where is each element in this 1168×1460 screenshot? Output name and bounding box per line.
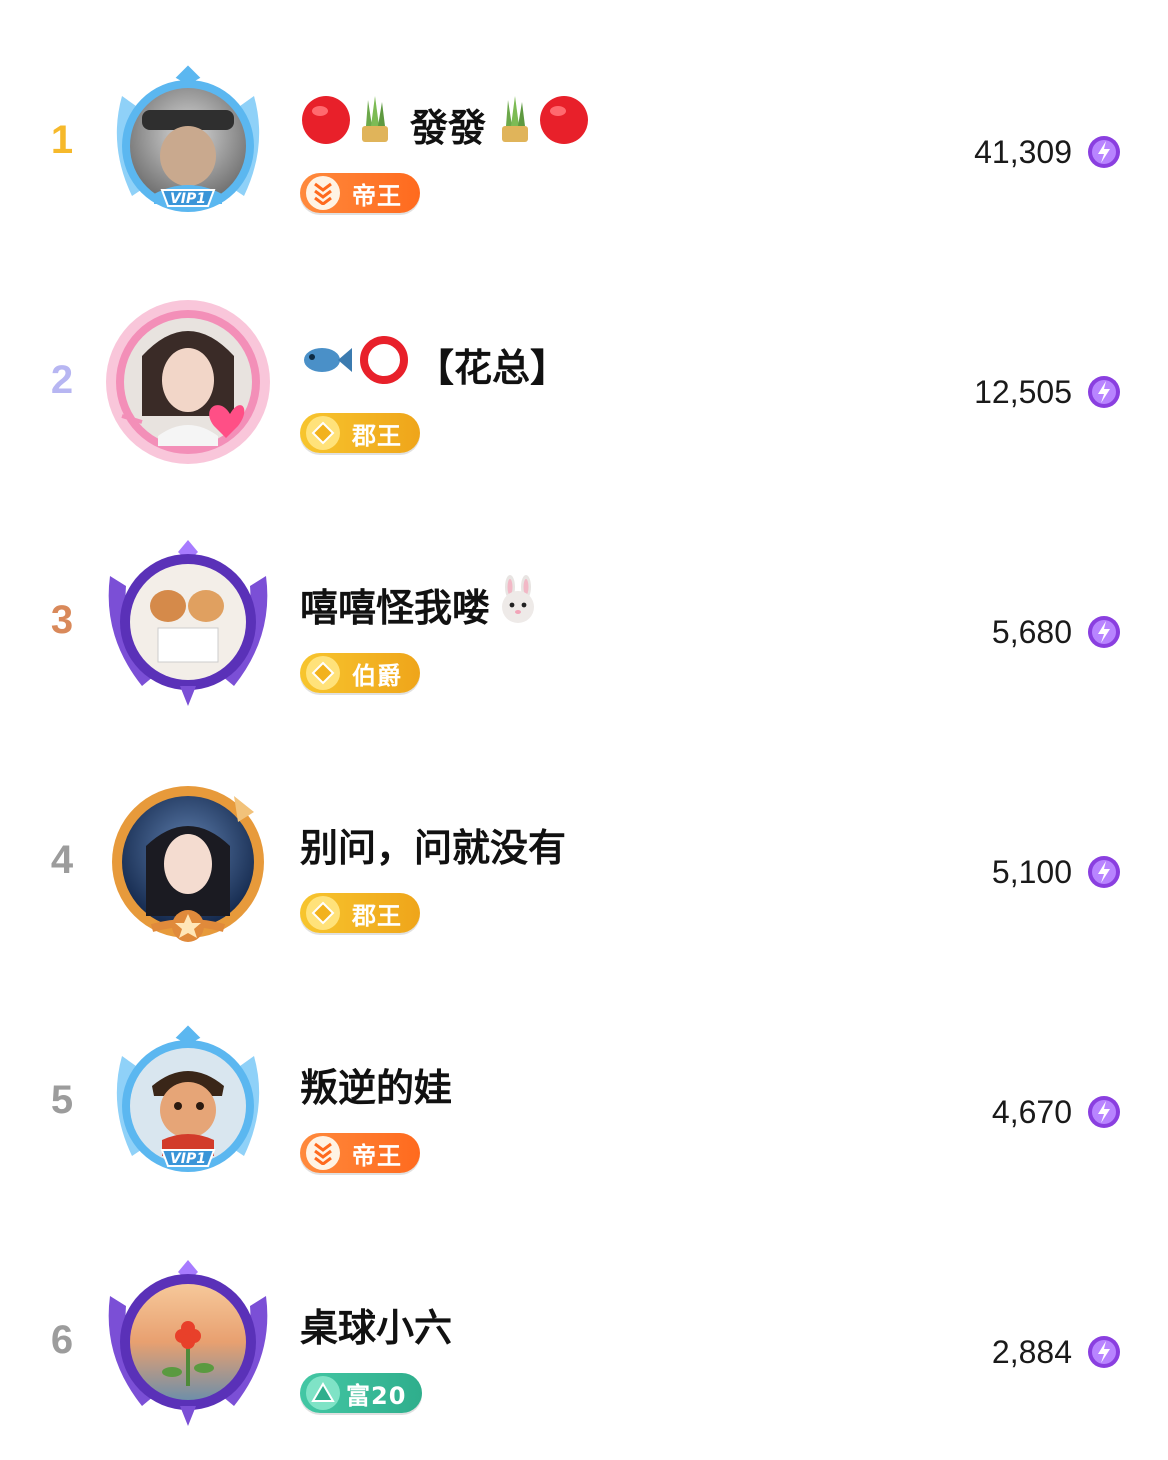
score-value: 4,670 (991, 1093, 1072, 1130)
level-badge: 郡王 (300, 413, 420, 453)
lightning-coin-icon (1088, 376, 1120, 408)
badge-label: 帝王 (352, 181, 402, 210)
fish-icon (300, 340, 352, 389)
level-badge: 帝王 (300, 1133, 420, 1173)
score-value: 5,100 (991, 853, 1072, 890)
rank-number: 1 (50, 117, 74, 162)
chevron-stack-icon (306, 1136, 340, 1170)
rank-number: 6 (50, 1317, 74, 1362)
kadomatsu-icon (498, 95, 532, 153)
pink-heart-frame-icon (106, 300, 270, 464)
score: 5,100 (992, 850, 1122, 894)
rabbit-face-icon (494, 574, 542, 634)
level-badge: 伯爵 (300, 653, 420, 693)
badge-label: 郡王 (352, 421, 402, 450)
user-name[interactable]: 發發 (300, 94, 596, 155)
user-name[interactable]: 叛逆的娃 (300, 1056, 452, 1112)
ranking-row[interactable]: 6 桌球小六 富20 2,884 (0, 1220, 1168, 1460)
lightning-coin-icon (1088, 616, 1120, 648)
frame-label: VIP1 (170, 1151, 206, 1167)
rank-number: 4 (50, 837, 74, 882)
user-name-text: 桌球小六 (300, 1305, 453, 1350)
avatar[interactable] (102, 1256, 274, 1428)
avatar[interactable] (102, 296, 274, 468)
chevron-stack-icon (306, 176, 340, 210)
diamond-coin-icon (306, 416, 340, 450)
lightning-coin-icon (1088, 856, 1120, 888)
score-value: 41,309 (974, 133, 1072, 170)
lightning-coin-icon (1088, 1096, 1120, 1128)
user-name[interactable]: 嘻嘻怪我喽 (300, 574, 548, 634)
score-value: 5,680 (991, 613, 1072, 650)
ranking-row[interactable]: 4 别问，问就没有 郡王 5,100 (0, 740, 1168, 980)
score: 41,309 (974, 130, 1122, 174)
kadomatsu-icon (358, 95, 392, 153)
purple-winged-frame-icon (108, 540, 268, 706)
badge-label: 郡王 (352, 901, 402, 930)
diamond-coin-icon (306, 656, 340, 690)
ranking-row[interactable]: 1 VIP1 發發 帝王 41,309 (0, 20, 1168, 260)
avatar[interactable] (102, 776, 274, 948)
score: 12,505 (974, 370, 1122, 414)
hollow-red-circle-icon (358, 334, 410, 395)
contribution-ranking-list: 1 VIP1 發發 帝王 41,309 2 【花总】 郡王 12,505 3 嘻… (0, 0, 1168, 1441)
red-circle-icon (538, 94, 590, 155)
rank-number: 5 (50, 1077, 74, 1122)
badge-label: 帝王 (352, 1141, 402, 1170)
frame-label: VIP1 (170, 191, 206, 207)
user-name-text: 叛逆的娃 (300, 1065, 453, 1110)
badge-label: 伯爵 (352, 661, 402, 690)
lightning-coin-icon (1088, 136, 1120, 168)
user-name-text: 嘻嘻怪我喽 (300, 585, 491, 630)
score: 2,884 (992, 1330, 1122, 1374)
ranking-row[interactable]: 5 VIP1 叛逆的娃 帝王 4,670 (0, 980, 1168, 1220)
avatar[interactable]: VIP1 (102, 1016, 274, 1188)
ranking-row[interactable]: 3 嘻嘻怪我喽 伯爵 5,680 (0, 500, 1168, 740)
red-circle-icon (300, 94, 352, 155)
rank-number: 2 (50, 357, 74, 402)
level-badge: 帝王 (300, 173, 420, 213)
user-name-text: 【花总】 (416, 345, 569, 390)
score: 4,670 (992, 1090, 1122, 1134)
vip-blue-frame-icon: VIP1 (116, 62, 260, 212)
vip-blue-frame-icon: VIP1 (116, 1022, 260, 1172)
gold-star-frame-icon (112, 786, 264, 942)
ranking-row[interactable]: 2 【花总】 郡王 12,505 (0, 260, 1168, 500)
triangle-gem-icon (306, 1376, 340, 1410)
user-name-text: 别问，问就没有 (300, 825, 567, 870)
lightning-coin-icon (1088, 1336, 1120, 1368)
badge-label: 富20 (346, 1381, 407, 1410)
purple-winged-frame-icon (108, 1260, 268, 1426)
score-value: 12,505 (974, 373, 1072, 410)
level-badge: 富20 (300, 1373, 423, 1413)
rank-number: 3 (50, 597, 74, 642)
user-name-text: 發發 (410, 105, 487, 150)
avatar[interactable] (102, 536, 274, 708)
score-value: 2,884 (991, 1333, 1072, 1370)
user-name[interactable]: 【花总】 (300, 334, 569, 395)
diamond-coin-icon (306, 896, 340, 930)
avatar[interactable]: VIP1 (102, 56, 274, 228)
user-name[interactable]: 别问，问就没有 (300, 816, 566, 872)
score: 5,680 (992, 610, 1122, 654)
level-badge: 郡王 (300, 893, 420, 933)
user-name[interactable]: 桌球小六 (300, 1296, 452, 1352)
